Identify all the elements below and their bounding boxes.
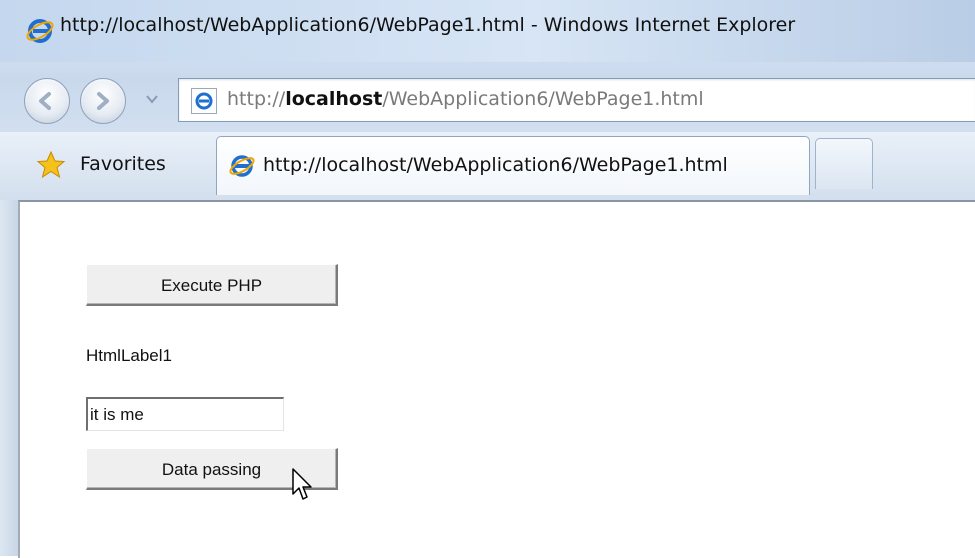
ie-logo-icon: [229, 155, 255, 177]
forward-arrow-icon: [97, 92, 109, 110]
address-url[interactable]: http://localhost/WebApplication6/WebPage…: [227, 88, 704, 110]
title-bar: http://localhost/WebApplication6/WebPage…: [0, 0, 975, 62]
back-arrow-icon: [39, 92, 51, 110]
address-path: /WebApplication6/WebPage1.html: [382, 88, 704, 110]
mouse-pointer-icon: [292, 468, 312, 500]
tab-current-page[interactable]: http://localhost/WebApplication6/WebPage…: [216, 136, 810, 195]
ie-logo-icon: [26, 19, 54, 43]
text-input[interactable]: [86, 397, 284, 431]
chevron-down-icon[interactable]: [143, 91, 161, 107]
favorites-label: Favorites: [80, 153, 166, 175]
html-label: HtmlLabel1: [86, 346, 172, 365]
star-icon: [36, 150, 66, 179]
new-tab-button[interactable]: [815, 138, 873, 189]
address-bar[interactable]: http://localhost/WebApplication6/WebPage…: [178, 78, 975, 122]
execute-php-button[interactable]: Execute PHP: [86, 264, 338, 306]
window-title: http://localhost/WebApplication6/WebPage…: [60, 14, 796, 36]
tab-row: Favorites http://localhost/WebApplicatio…: [0, 132, 975, 200]
page-content: Execute PHP HtmlLabel1 Data passing: [18, 200, 975, 558]
forward-button[interactable]: [80, 78, 126, 124]
page-icon: [191, 88, 217, 114]
window-frame-left: [0, 200, 18, 556]
address-prefix: http://: [227, 88, 286, 110]
ie-logo-icon: [195, 92, 213, 110]
tab-label: http://localhost/WebApplication6/WebPage…: [263, 154, 728, 176]
address-host: localhost: [285, 88, 383, 110]
navigation-bar: http://localhost/WebApplication6/WebPage…: [0, 62, 975, 132]
back-button[interactable]: [24, 78, 70, 124]
